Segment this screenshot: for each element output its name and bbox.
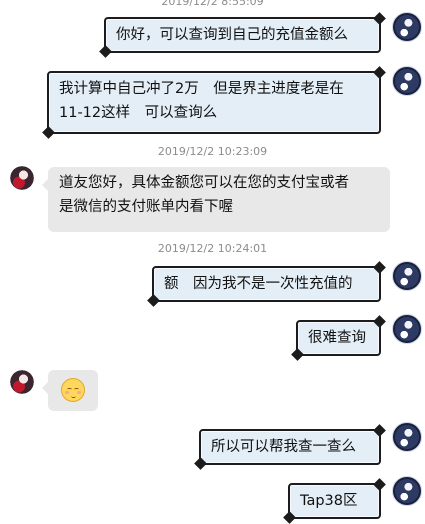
message-text-line: 道友您好，具体金额您可以在您的支付宝或者: [59, 175, 349, 191]
message-bubble-mine: 很难查询: [296, 320, 381, 356]
message-bubble-agent: 道友您好，具体金额您可以在您的支付宝或者 是微信的支付账单内看下喔: [42, 167, 390, 232]
message-bubble-mine: 你好，可以查询到自己的充值金额么: [104, 17, 381, 53]
message-text-line: 11-12这样 可以查询么: [59, 105, 218, 121]
message-text-line: 我计算中自己冲了2万 但是界主进度老是在: [59, 81, 344, 97]
my-avatar[interactable]: [392, 261, 422, 291]
my-avatar[interactable]: [392, 66, 422, 96]
timestamp: 2019/12/2 10:24:01: [157, 242, 268, 255]
message-bubble-mine: Tap38区: [288, 483, 381, 519]
message-bubble-mine: 所以可以帮我查一查么: [199, 429, 381, 465]
message-text: 额 因为我不是一次性充值的: [164, 276, 353, 292]
message-bubble-mine: 额 因为我不是一次性充值的: [152, 266, 381, 302]
agent-avatar[interactable]: [7, 163, 37, 193]
message-bubble-agent: [42, 370, 98, 411]
my-avatar[interactable]: [392, 422, 422, 452]
message-text: 很难查询: [308, 330, 366, 346]
message-bubble-mine: 我计算中自己冲了2万 但是界主进度老是在 11-12这样 可以查询么: [47, 71, 381, 134]
timestamp: 2019/12/2 8:55:09: [161, 0, 264, 8]
message-text: 你好，可以查询到自己的充值金额么: [116, 27, 348, 43]
timestamp: 2019/12/2 10:23:09: [157, 145, 268, 158]
my-avatar[interactable]: [392, 314, 422, 344]
my-avatar[interactable]: [392, 12, 422, 42]
agent-avatar[interactable]: [7, 367, 37, 397]
message-text-line: 是微信的支付账单内看下喔: [59, 199, 233, 215]
smiling-face-emoji-icon: [61, 378, 85, 402]
message-text: Tap38区: [300, 493, 358, 509]
my-avatar[interactable]: [392, 476, 422, 506]
message-text: 所以可以帮我查一查么: [211, 439, 356, 455]
